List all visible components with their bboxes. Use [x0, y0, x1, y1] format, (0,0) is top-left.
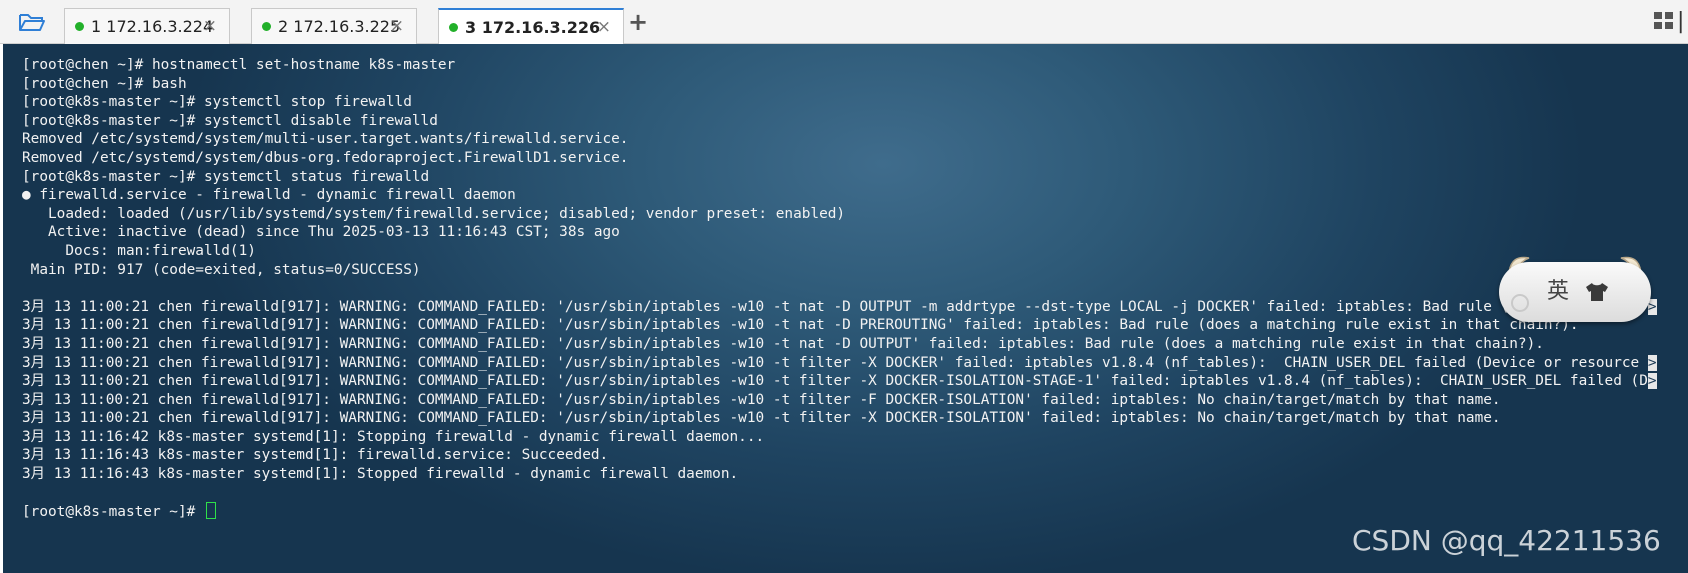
- terminal-area[interactable]: [root@chen ~]# hostnamectl set-hostname …: [3, 44, 1688, 573]
- terminal-line-text: [root@chen ~]# bash: [22, 75, 187, 92]
- window-edge-control[interactable]: |: [1677, 8, 1684, 36]
- terminal-line: 3月 13 11:16:42 k8s-master systemd[1]: St…: [22, 428, 1672, 447]
- connected-status-icon: [449, 22, 458, 32]
- tab-label: 1 172.16.3.224: [91, 17, 214, 36]
- close-icon[interactable]: ×: [597, 17, 611, 37]
- ime-language-toggle[interactable]: 英: [1547, 279, 1569, 305]
- tab-bar: 1 172.16.3.224 × 2 172.16.3.225 × 3 172.…: [0, 0, 1688, 44]
- terminal-line-text: 3月 13 11:00:21 chen firewalld[917]: WARN…: [22, 298, 1648, 315]
- terminal-line-text: [root@k8s-master ~]# systemctl status fi…: [22, 168, 430, 185]
- terminal-line: [root@chen ~]# bash: [22, 75, 1672, 94]
- terminal-line-text: ● firewalld.service - firewalld - dynami…: [22, 187, 516, 204]
- ime-panel[interactable]: [1499, 262, 1651, 322]
- terminal-line: 3月 13 11:00:21 chen firewalld[917]: WARN…: [22, 335, 1672, 354]
- terminal-line: Removed /etc/systemd/system/dbus-org.fed…: [22, 149, 1672, 168]
- terminal-line-text: Docs: man:firewalld(1): [22, 242, 256, 259]
- tab-session-3[interactable]: 3 172.16.3.226 ×: [438, 8, 624, 44]
- terminal-line: Removed /etc/systemd/system/multi-user.t…: [22, 130, 1672, 149]
- tab-session-1[interactable]: 1 172.16.3.224 ×: [64, 8, 230, 44]
- terminal-line-text: Removed /etc/systemd/system/dbus-org.fed…: [22, 149, 629, 166]
- terminal-line: Main PID: 917 (code=exited, status=0/SUC…: [22, 261, 1672, 280]
- open-folder-icon[interactable]: [18, 10, 46, 34]
- terminal-line-text: [root@chen ~]# hostnamectl set-hostname …: [22, 57, 456, 73]
- terminal-line-text: Removed /etc/systemd/system/multi-user.t…: [22, 131, 629, 148]
- terminal-line: 3月 13 11:00:21 chen firewalld[917]: WARN…: [22, 409, 1672, 428]
- terminal-line-text: Loaded: loaded (/usr/lib/systemd/system/…: [22, 205, 846, 222]
- terminal-line-text: Active: inactive (dead) since Thu 2025-0…: [22, 224, 620, 241]
- terminal-line: [root@chen ~]# hostnamectl set-hostname …: [22, 56, 1672, 75]
- terminal-line: [root@k8s-master ~]# systemctl status fi…: [22, 168, 1672, 187]
- terminal-line-text: Main PID: 917 (code=exited, status=0/SUC…: [22, 261, 421, 278]
- terminal-line-text: 3月 13 11:00:21 chen firewalld[917]: WARN…: [22, 354, 1648, 371]
- terminal-line: Loaded: loaded (/usr/lib/systemd/system/…: [22, 205, 1672, 224]
- terminal-line-text: 3月 13 11:16:43 k8s-master systemd[1]: St…: [22, 466, 739, 483]
- terminal-line: ● firewalld.service - firewalld - dynami…: [22, 186, 1672, 205]
- terminal-line: 3月 13 11:00:21 chen firewalld[917]: WARN…: [22, 316, 1672, 335]
- connected-status-icon: [262, 22, 271, 31]
- tab-session-2[interactable]: 2 172.16.3.225 ×: [251, 8, 417, 44]
- text-cursor: [205, 502, 216, 520]
- shirt-icon[interactable]: [1585, 282, 1609, 302]
- terminal-line-text: 3月 13 11:16:43 k8s-master systemd[1]: fi…: [22, 447, 609, 464]
- tab-label: 2 172.16.3.225: [278, 17, 401, 36]
- terminal-line-text: 3月 13 11:16:42 k8s-master systemd[1]: St…: [22, 428, 765, 445]
- close-icon[interactable]: ×: [203, 16, 217, 36]
- terminal-line-text: 3月 13 11:00:21 chen firewalld[917]: WARN…: [22, 373, 1648, 390]
- terminal-line: 3月 13 11:00:21 chen firewalld[917]: WARN…: [22, 354, 1672, 373]
- terminal-line-text: 3月 13 11:00:21 chen firewalld[917]: WARN…: [22, 391, 1501, 408]
- tab-label: 3 172.16.3.226: [465, 17, 601, 37]
- terminal-line-text: 3月 13 11:00:21 chen firewalld[917]: WARN…: [22, 410, 1501, 427]
- terminal-line: 3月 13 11:16:43 k8s-master systemd[1]: fi…: [22, 446, 1672, 465]
- terminal-line-text: [root@k8s-master ~]#: [22, 504, 204, 521]
- terminal-line: 3月 13 11:16:43 k8s-master systemd[1]: St…: [22, 465, 1672, 484]
- terminal-line: [root@k8s-master ~]# systemctl stop fire…: [22, 93, 1672, 112]
- ime-menu-icon[interactable]: [1511, 294, 1529, 312]
- terminal-line: 3月 13 11:00:21 chen firewalld[917]: WARN…: [22, 298, 1672, 317]
- ime-toolbar[interactable]: 英: [1499, 254, 1651, 322]
- terminal-line: 3月 13 11:00:21 chen firewalld[917]: WARN…: [22, 372, 1672, 391]
- terminal-line: [root@k8s-master ~]#: [22, 502, 1672, 521]
- layout-grid-icon[interactable]: [1654, 12, 1674, 30]
- truncation-marker: >: [1647, 354, 1657, 371]
- terminal-line: Active: inactive (dead) since Thu 2025-0…: [22, 223, 1672, 242]
- terminal-line: Docs: man:firewalld(1): [22, 242, 1672, 261]
- connected-status-icon: [75, 22, 84, 31]
- close-icon[interactable]: ×: [390, 16, 404, 36]
- terminal-line-text: [root@k8s-master ~]# systemctl stop fire…: [22, 94, 412, 111]
- terminal-line: 3月 13 11:00:21 chen firewalld[917]: WARN…: [22, 391, 1672, 410]
- terminal-line-text: 3月 13 11:00:21 chen firewalld[917]: WARN…: [22, 317, 1579, 334]
- truncation-marker: >: [1647, 373, 1657, 390]
- new-tab-button[interactable]: +: [628, 8, 648, 36]
- watermark-text: CSDN @qq_42211536: [1352, 524, 1661, 557]
- terminal-line: [root@k8s-master ~]# systemctl disable f…: [22, 112, 1672, 131]
- terminal-line-text: 3月 13 11:00:21 chen firewalld[917]: WARN…: [22, 335, 1544, 352]
- terminal-output: [root@chen ~]# hostnamectl set-hostname …: [22, 56, 1672, 521]
- terminal-line-text: [root@k8s-master ~]# systemctl disable f…: [22, 112, 438, 129]
